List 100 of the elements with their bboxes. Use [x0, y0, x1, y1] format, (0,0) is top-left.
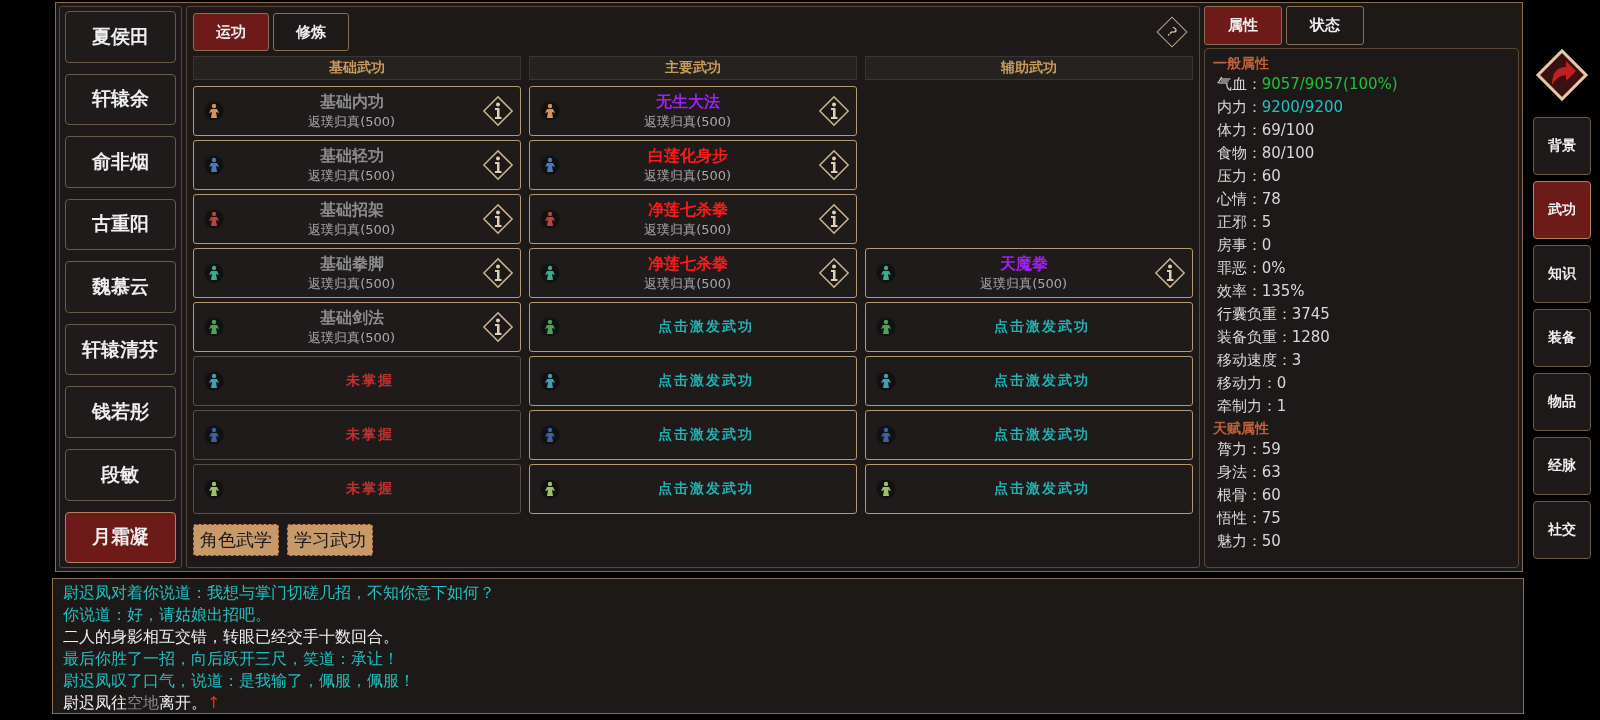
tab[interactable]: 修炼	[272, 13, 349, 51]
stat-label: 牵制力：	[1216, 397, 1277, 415]
skill-slot[interactable]: 点击激发武功	[864, 302, 1193, 352]
figure-icon	[539, 263, 560, 283]
stat-value: 78	[1261, 190, 1281, 208]
menu-button[interactable]: 装备	[1532, 309, 1591, 367]
stat-value: 3	[1291, 351, 1302, 369]
action-button[interactable]: 学习武功	[286, 524, 373, 556]
stat-value: 0%	[1261, 259, 1286, 277]
figure-icon	[203, 371, 224, 391]
figure-icon	[539, 317, 560, 337]
stat-label: 魅力：	[1216, 532, 1262, 550]
menu-button[interactable]: 知识	[1532, 245, 1591, 303]
skill-slot[interactable]: 无生大法 返璞归真(500)	[528, 86, 857, 136]
skill-slot[interactable]: 点击激发武功	[528, 464, 857, 514]
skill-name: 基础招架	[319, 199, 384, 221]
skill-slot[interactable]: 天魔拳 返璞归真(500)	[864, 248, 1193, 298]
log-text: 空地	[127, 693, 159, 712]
stat-label: 装备负重：	[1216, 328, 1292, 346]
skill-level: 返璞归真(500)	[308, 167, 396, 185]
figure-icon	[203, 263, 224, 283]
skill-name: 基础拳脚	[319, 253, 384, 275]
menu-button[interactable]: 背景	[1532, 117, 1591, 175]
stat-label: 效率：	[1216, 282, 1262, 300]
stat-value: 50	[1261, 532, 1281, 550]
skill-name: 白莲化身步	[647, 145, 728, 167]
activate-label: 点击激发武功	[657, 372, 754, 390]
character-button[interactable]: 轩辕余	[65, 73, 176, 126]
activate-label: 点击激发武功	[993, 318, 1090, 336]
skill-slot[interactable]: 基础剑法 返璞归真(500)	[192, 302, 521, 352]
log-text: ↑	[207, 693, 221, 712]
tab[interactable]: 属性	[1203, 6, 1282, 45]
column-header: 基础武功	[192, 56, 521, 80]
skill-slot[interactable]: 点击激发武功	[864, 356, 1193, 406]
column-header: 辅助武功	[864, 56, 1193, 80]
stat-label: 气血：	[1216, 75, 1262, 93]
stat-value: 63	[1261, 463, 1281, 481]
skill-name: 基础轻功	[319, 145, 384, 167]
skill-level: 返璞归真(500)	[308, 275, 396, 293]
skill-slot[interactable]: 点击激发武功	[528, 410, 857, 460]
menu-button[interactable]: 武功	[1532, 181, 1591, 239]
stat-value: 5	[1261, 213, 1272, 231]
stat-label: 罪恶：	[1216, 259, 1262, 277]
stat-value: 1	[1276, 397, 1287, 415]
figure-icon	[203, 317, 224, 337]
skill-level: 返璞归真(500)	[644, 113, 732, 131]
log-text: 尉迟凤对着你说道：我想与掌门切磋几招，不知你意下如何？	[63, 583, 495, 602]
skill-slot[interactable]: 白莲化身步 返璞归真(500)	[528, 140, 857, 190]
skill-name: 天魔拳	[999, 253, 1048, 275]
stat-label: 体力：	[1216, 121, 1262, 139]
stat-label: 移动力：	[1216, 374, 1277, 392]
skill-slot[interactable]: 净莲七杀拳 返璞归真(500)	[528, 194, 857, 244]
skill-name: 无生大法	[655, 91, 720, 113]
character-button[interactable]: 魏慕云	[65, 261, 176, 313]
activate-label: 点击激发武功	[993, 480, 1090, 498]
section-title: 天赋属性	[1212, 419, 1270, 438]
figure-icon	[875, 263, 896, 283]
skill-slot[interactable]: 点击激发武功	[528, 302, 857, 352]
skill-name: 基础内功	[319, 91, 384, 113]
character-button[interactable]: 俞非烟	[65, 136, 176, 188]
skill-slot[interactable]: 基础招架 返璞归真(500)	[192, 194, 521, 244]
character-button[interactable]: 段敏	[65, 448, 176, 501]
skill-level: 返璞归真(500)	[308, 113, 396, 131]
character-button[interactable]: 钱若彤	[65, 386, 176, 438]
skill-slot[interactable]: 点击激发武功	[864, 464, 1193, 514]
stat-label: 行囊负重：	[1216, 305, 1292, 323]
tab[interactable]: 状态	[1285, 6, 1364, 45]
tab[interactable]: 运功	[192, 13, 269, 51]
menu-button[interactable]: 物品	[1532, 373, 1591, 431]
skill-slot[interactable]: 净莲七杀拳 返璞归真(500)	[528, 248, 857, 298]
action-button[interactable]: 角色武学	[192, 524, 279, 556]
unlearned-label: 未掌握	[345, 372, 394, 390]
stat-label: 房事：	[1216, 236, 1262, 254]
menu-button[interactable]: 经脉	[1532, 437, 1591, 495]
section-title: 一般属性	[1212, 54, 1270, 73]
skill-slot[interactable]: 点击激发武功	[528, 356, 857, 406]
figure-icon	[875, 425, 896, 445]
activate-label: 点击激发武功	[657, 426, 754, 444]
character-button[interactable]: 月霜凝	[65, 511, 176, 564]
stat-label: 心情：	[1216, 190, 1262, 208]
character-button[interactable]: 轩辕清芬	[65, 323, 176, 376]
activate-label: 点击激发武功	[993, 372, 1090, 390]
skill-slot[interactable]: 基础轻功 返璞归真(500)	[192, 140, 521, 190]
skill-slot[interactable]: 基础拳脚 返璞归真(500)	[192, 248, 521, 298]
figure-icon	[875, 317, 896, 337]
figure-icon	[539, 371, 560, 391]
help-button[interactable]: ?	[1156, 16, 1188, 48]
skill-slot[interactable]: 基础内功 返璞归真(500)	[192, 86, 521, 136]
character-button[interactable]: 古重阳	[65, 198, 176, 251]
character-button[interactable]: 夏侯田	[65, 11, 176, 63]
activate-label: 点击激发武功	[993, 426, 1090, 444]
stat-value: 3745	[1291, 305, 1330, 323]
figure-icon	[203, 101, 224, 121]
menu-button[interactable]: 社交	[1532, 501, 1591, 559]
figure-icon	[539, 209, 560, 229]
figure-icon	[539, 479, 560, 499]
skill-name: 净莲七杀拳	[647, 253, 728, 275]
skill-slot[interactable]: 点击激发武功	[864, 410, 1193, 460]
stat-label: 悟性：	[1216, 509, 1262, 527]
stat-value: 59	[1261, 440, 1281, 458]
